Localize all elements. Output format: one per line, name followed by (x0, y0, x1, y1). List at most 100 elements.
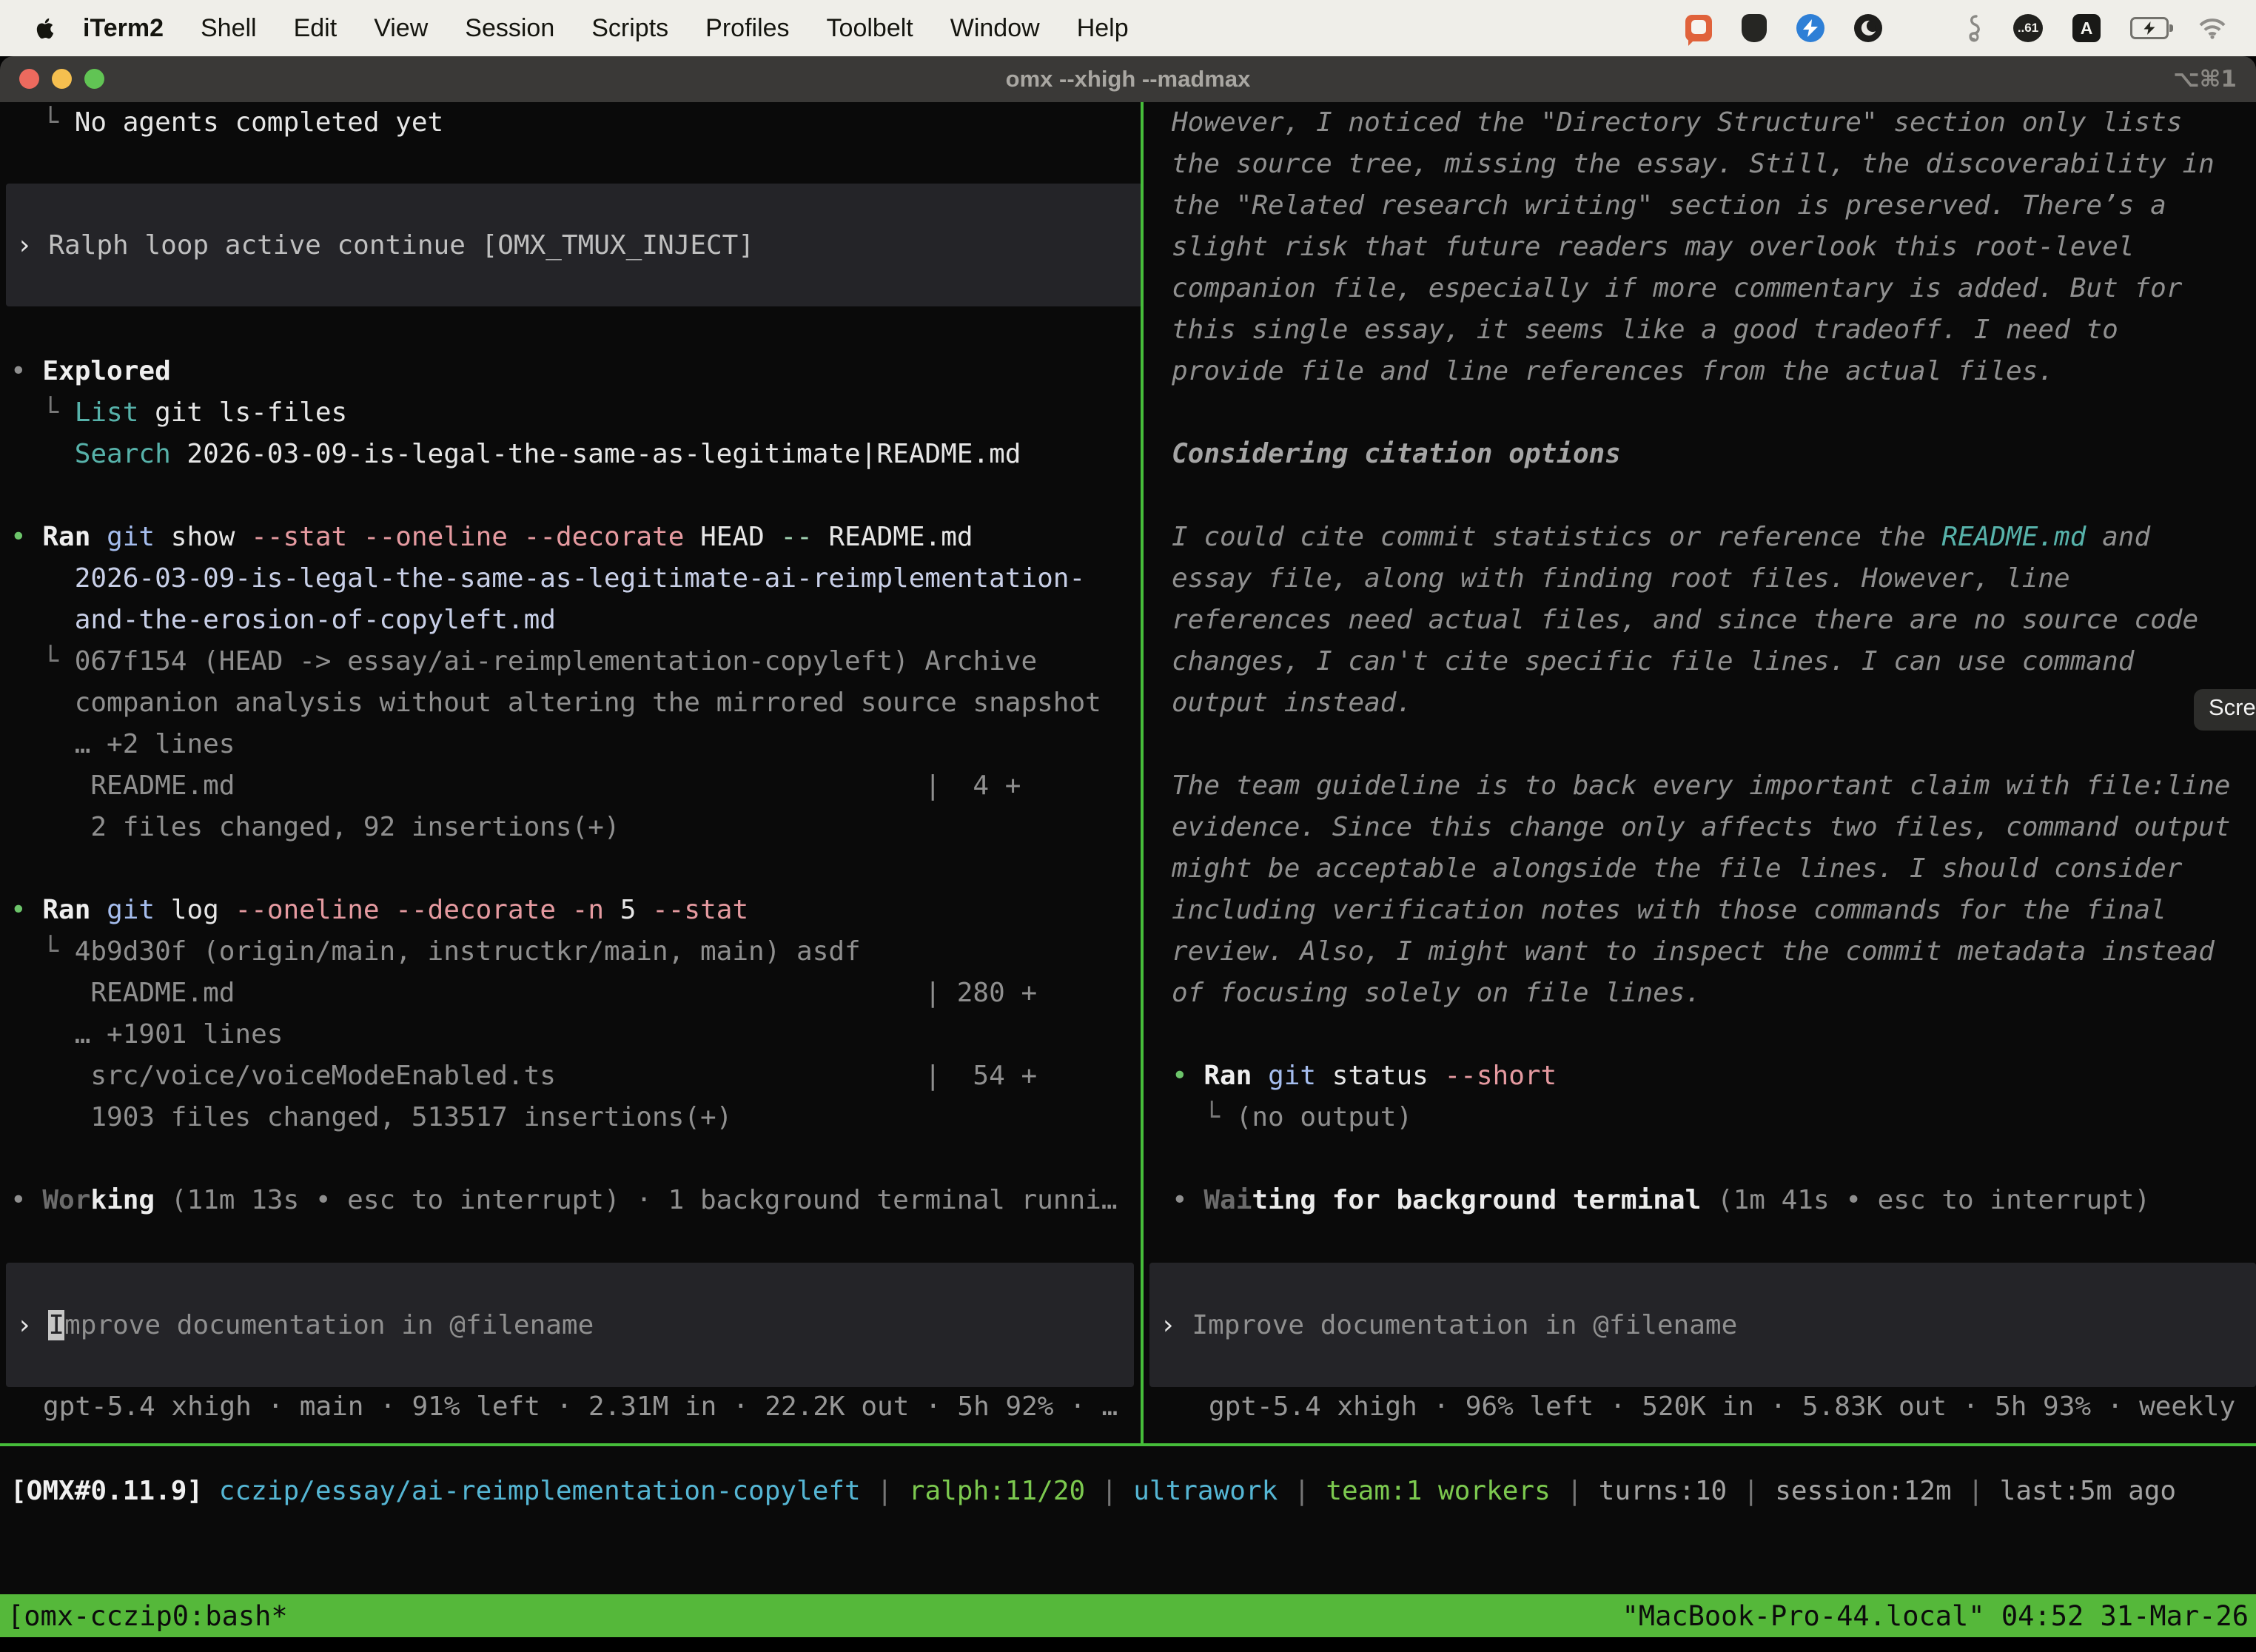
terminal-line (1172, 475, 2256, 517)
terminal-line: 2 files changed, 92 insertions(+) (10, 807, 1150, 848)
terminal-line: README.md | 280 + (10, 973, 1150, 1014)
tmux-status-bar: [omx-cczip0:bash* "MacBook-Pro-44.local"… (0, 1594, 2256, 1637)
battery-icon[interactable] (2130, 17, 2169, 39)
apple-logo-icon[interactable] (33, 13, 58, 43)
omx-bar-segment: ultrawork (1133, 1476, 1278, 1506)
terminal-line: … +2 lines (10, 724, 1150, 765)
omx-bar-segment: | (1952, 1476, 2000, 1506)
terminal-line: companion file, especially if more comme… (1172, 268, 2256, 309)
terminal-line: └ No agents completed yet (10, 102, 1150, 144)
terminal-line: However, I noticed the "Directory Struct… (1172, 102, 2256, 144)
terminal-line (10, 848, 1150, 890)
menu-item-edit[interactable]: Edit (275, 14, 356, 42)
menu-item-scripts[interactable]: Scripts (573, 14, 687, 42)
terminal-line: The team guideline is to back every impo… (1172, 765, 2256, 807)
ralph-loop-text: Ralph loop active continue [OMX_TMUX_INJ… (48, 230, 754, 261)
shield-grid-icon[interactable] (1742, 14, 1767, 42)
ralph-loop-box: › Ralph loop active continue [OMX_TMUX_I… (6, 184, 1143, 306)
menu-item-window[interactable]: Window (932, 14, 1058, 42)
terminal-line: and-the-erosion-of-copyleft.md (10, 600, 1150, 641)
right-prompt-input[interactable]: › Improve documentation in @filename (1149, 1263, 2256, 1387)
window-title-bar[interactable]: omx --xhigh --madmax ⌥⌘1 (0, 56, 2256, 102)
terminal-line: might be acceptable alongside the file l… (1172, 848, 2256, 890)
terminal-line: • Ran git show --stat --oneline --decora… (10, 517, 1150, 558)
omx-bar-segment: cczip/essay/ai-reimplementation-copyleft (219, 1476, 861, 1506)
menu-item-toolbelt[interactable]: Toolbelt (808, 14, 932, 42)
terminal-area: └ No agents completed yet • Explored └ L… (0, 102, 2256, 1594)
menu-item-iterm2[interactable]: iTerm2 (68, 14, 182, 42)
terminal-line: • Waiting for background terminal (1m 41… (1172, 1180, 2256, 1221)
right-model-status: gpt-5.4 xhigh · 96% left · 520K in · 5.8… (1209, 1386, 2251, 1428)
terminal-line: evidence. Since this change only affects… (1172, 807, 2256, 848)
left-prompt-input[interactable]: › Improve documentation in @filename (6, 1263, 1134, 1387)
terminal-line (1172, 1014, 2256, 1055)
menu-item-session[interactable]: Session (446, 14, 573, 42)
menu-item-profiles[interactable]: Profiles (687, 14, 808, 42)
omx-session-bar: [OMX#0.11.9] cczip/essay/ai-reimplementa… (10, 1471, 2176, 1512)
squiggle-icon[interactable] (1964, 14, 1984, 42)
pane-divider[interactable] (1141, 102, 1144, 1445)
terminal-line: including verification notes with those … (1172, 890, 2256, 931)
pane-bottom-border (0, 1443, 2256, 1446)
screen-tooltip: Scre (2194, 689, 2256, 731)
right-pane: However, I noticed the "Directory Struct… (1145, 102, 2256, 1221)
left-model-status: gpt-5.4 xhigh · main · 91% left · 2.31M … (43, 1386, 1131, 1428)
terminal-line (1172, 392, 2256, 434)
omx-bar-segment (203, 1476, 219, 1506)
omx-bar-segment: | (1727, 1476, 1775, 1506)
terminal-line (10, 475, 1150, 517)
omx-bar-segment: | (861, 1476, 909, 1506)
macos-menu-bar: iTerm2ShellEditViewSessionScriptsProfile… (0, 0, 2256, 56)
terminal-line: Search 2026-03-09-is-legal-the-same-as-l… (10, 434, 1150, 475)
terminal-line: src/voice/voiceModeEnabled.ts | 54 + (10, 1055, 1150, 1097)
omx-bar-segment: | (1085, 1476, 1133, 1506)
omx-bar-segment: turns:10 (1599, 1476, 1727, 1506)
terminal-line: this single essay, it seems like a good … (1172, 309, 2256, 351)
crescent-circle-icon[interactable] (1854, 14, 1882, 42)
prompt-chevron: › (16, 230, 48, 261)
omx-bar-segment: | (1278, 1476, 1326, 1506)
terminal-line: └ 067f154 (HEAD -> essay/ai-reimplementa… (10, 641, 1150, 682)
menu-item-shell[interactable]: Shell (182, 14, 275, 42)
menu-items: iTerm2ShellEditViewSessionScriptsProfile… (68, 14, 1147, 43)
terminal-line (1172, 1138, 2256, 1180)
dots-grid-icon[interactable] (1912, 17, 1935, 40)
window-title: omx --xhigh --madmax (0, 56, 2256, 102)
terminal-line: Considering citation options (1172, 434, 2256, 475)
tmux-host-clock: "MacBook-Pro-44.local" 04:52 31-Mar-26 (1622, 1600, 2249, 1632)
omx-bar-segment: | (1551, 1476, 1599, 1506)
window-shortcut-badge: ⌥⌘1 (2173, 56, 2237, 102)
tmux-session-window[interactable]: [omx-cczip0:bash* (7, 1600, 288, 1632)
terminal-line: output instead. (1172, 682, 2256, 724)
terminal-line: companion analysis without altering the … (10, 682, 1150, 724)
terminal-line: 1903 files changed, 513517 insertions(+) (10, 1097, 1150, 1138)
terminal-line: • Ran git log --oneline --decorate -n 5 … (10, 890, 1150, 931)
text-cursor: I (48, 1310, 64, 1340)
lightning-circle-icon[interactable] (1796, 14, 1824, 42)
terminal-line: └ List git ls-files (10, 392, 1150, 434)
a-key-icon[interactable]: A (2072, 14, 2101, 42)
input-placeholder: Improve documentation in @filename (1192, 1310, 1737, 1340)
omx-bar-segment: session:12m (1775, 1476, 1951, 1506)
bottom-strip (0, 1637, 2256, 1652)
chat-badge-icon[interactable] (1685, 15, 1712, 41)
omx-bar-segment: ralph:11/20 (909, 1476, 1085, 1506)
terminal-line: essay file, along with finding root file… (1172, 558, 2256, 600)
omx-bar-segment: last:5m ago (2000, 1476, 2176, 1506)
badge-61-icon[interactable]: ..61 (2013, 14, 2043, 42)
terminal-line: slight risk that future readers may over… (1172, 226, 2256, 268)
wifi-icon[interactable] (2198, 17, 2226, 39)
terminal-line: the source tree, missing the essay. Stil… (1172, 144, 2256, 185)
menu-item-view[interactable]: View (355, 14, 446, 42)
screen: { "menubar": { "items": ["iTerm2", "Shel… (0, 0, 2256, 1652)
prompt-chevron: › (1160, 1310, 1192, 1340)
terminal-line: • Explored (10, 351, 1150, 392)
terminal-line: review. Also, I might want to inspect th… (1172, 931, 2256, 973)
menu-item-help[interactable]: Help (1058, 14, 1147, 42)
terminal-line: • Ran git status --short (1172, 1055, 2256, 1097)
terminal-line (10, 309, 1150, 351)
terminal-line: • Working (11m 13s • esc to interrupt) ·… (10, 1180, 1150, 1221)
terminal-line: … +1901 lines (10, 1014, 1150, 1055)
terminal-line: I could cite commit statistics or refere… (1172, 517, 2256, 558)
omx-bar-segment: team:1 workers (1326, 1476, 1550, 1506)
